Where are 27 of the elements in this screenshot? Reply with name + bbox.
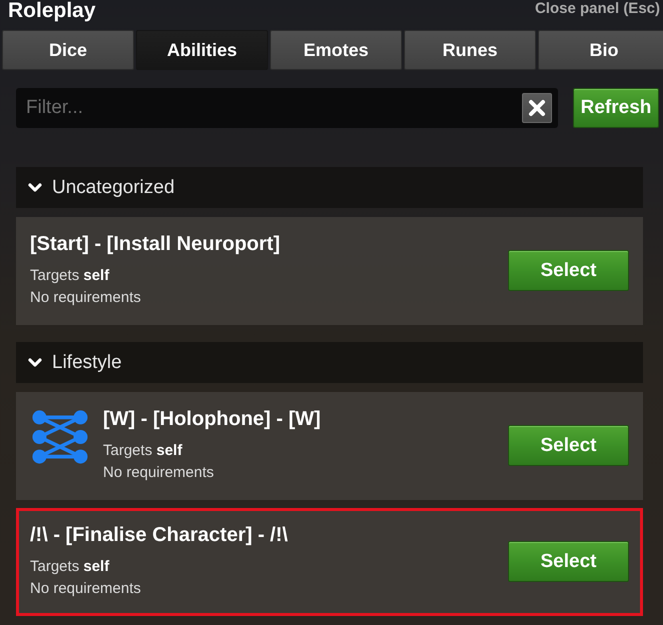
chevron-down-icon <box>28 182 42 192</box>
tab[interactable]: Dice <box>2 30 134 70</box>
ability-title: /!\ - [Finalise Character] - /!\ <box>30 523 288 547</box>
ability-requirements: No requirements <box>30 579 142 599</box>
filter-field[interactable]: Filter... <box>16 88 558 128</box>
clear-filter-button[interactable] <box>522 93 552 123</box>
panel-title: Roleplay <box>8 0 96 22</box>
ability-targets: Targets self <box>103 441 184 461</box>
chevron-down-icon <box>28 358 42 368</box>
ability-targets: Targets self <box>30 557 110 577</box>
ability-requirements: No requirements <box>103 463 215 483</box>
close-panel-button[interactable]: Close panel (Esc) <box>534 0 660 18</box>
select-button[interactable]: Select <box>508 425 629 466</box>
tab[interactable]: Abilities <box>136 30 268 70</box>
x-icon <box>528 99 546 117</box>
ability-title: [Start] - [Install Neuroport] <box>30 232 280 256</box>
category-header[interactable]: Lifestyle <box>16 342 643 383</box>
ability-requirements: No requirements <box>30 288 142 308</box>
tab[interactable]: Bio <box>538 30 663 70</box>
select-button[interactable]: Select <box>508 250 629 291</box>
ability-targets: Targets self <box>30 266 110 286</box>
category-header[interactable]: Uncategorized <box>16 167 643 208</box>
select-button[interactable]: Select <box>508 541 629 582</box>
tab[interactable]: Runes <box>404 30 536 70</box>
tab[interactable]: Emotes <box>270 30 402 70</box>
ability-title: [W] - [Holophone] - [W] <box>103 407 321 431</box>
refresh-button[interactable]: Refresh <box>573 88 659 128</box>
